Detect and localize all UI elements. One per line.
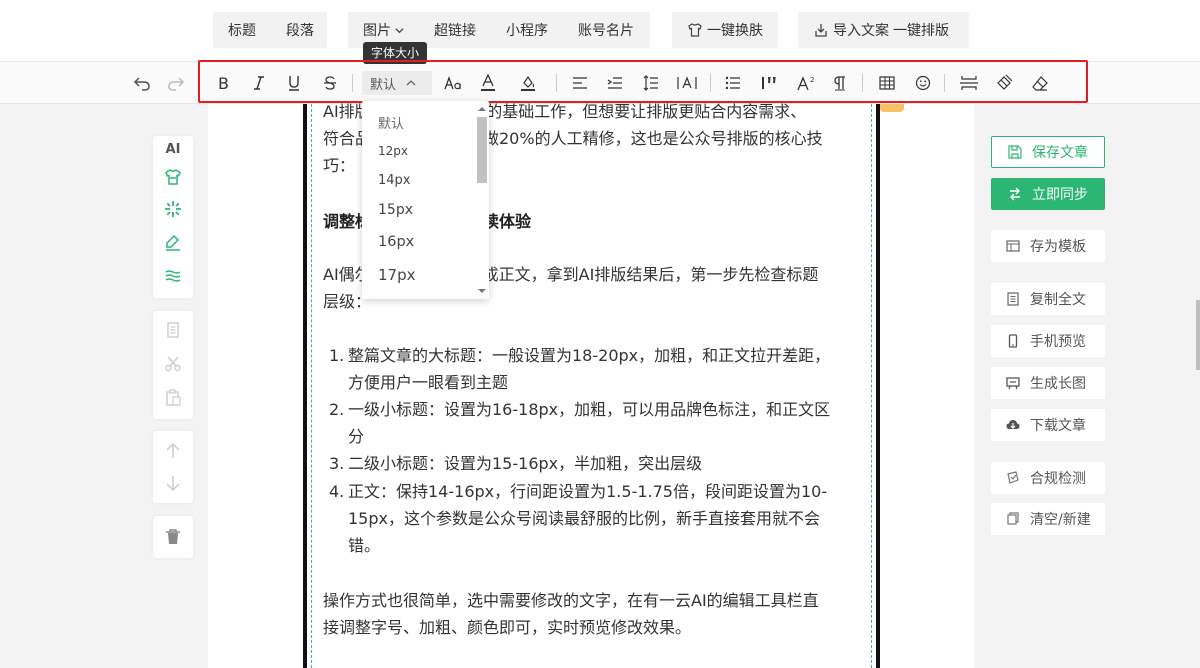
clipboard-panel: [153, 311, 193, 419]
undo-icon[interactable]: [132, 73, 152, 93]
one-click-skin-button[interactable]: 一键换肤: [672, 12, 778, 48]
ai-label: AI: [165, 142, 181, 157]
list-line: 方便用户一眼看到主题: [348, 373, 509, 392]
cut-icon[interactable]: [164, 355, 182, 373]
mobile-preview-button[interactable]: 手机预览: [991, 325, 1105, 357]
clear-new-label: 清空/新建: [1030, 512, 1091, 528]
font-size-option-16[interactable]: 16px: [378, 234, 414, 250]
download-article-label: 下载文章: [1030, 418, 1086, 434]
shirt-icon: [688, 23, 702, 37]
import-article-label: 导入文案: [833, 23, 889, 39]
move-panel: [153, 431, 193, 503]
import-layout-button[interactable]: 导入文案 一键排版: [798, 12, 969, 48]
miniprogram-menu[interactable]: 小程序: [491, 20, 563, 40]
list-line: 正文：保持14-16px，行间距设置为1.5-1.75倍，段间距设置为10-: [348, 482, 828, 501]
dropdown-scrollbar[interactable]: [475, 105, 487, 295]
sync-now-label: 立即同步: [1032, 187, 1088, 203]
operation-line-1: 操作方式也很简单，选中需要修改的文字，在有一云AI的编辑工具栏直: [323, 591, 819, 610]
list-item[interactable]: 4. 正文：保持14-16px，行间距设置为1.5-1.75倍，段间距设置为10…: [323, 478, 863, 559]
sync-now-button[interactable]: 立即同步: [991, 178, 1105, 210]
paragraph-menu[interactable]: 段落: [271, 20, 329, 40]
long-image-button[interactable]: 生成长图: [991, 367, 1105, 399]
save-article-label: 保存文章: [1032, 145, 1088, 161]
list-number: 2.: [329, 400, 345, 419]
ai-magic-icon[interactable]: [164, 200, 182, 218]
text-style-group: 标题 段落: [213, 12, 327, 48]
mobile-preview-label: 手机预览: [1030, 334, 1086, 350]
list-line: 一级小标题：设置为16-18px，加粗，可以用品牌色标注，和正文区: [348, 400, 831, 419]
one-click-layout-label: 一键排版: [893, 23, 949, 39]
compliance-check-button[interactable]: 合规检测: [991, 462, 1105, 494]
list-line: 错。: [348, 536, 381, 555]
font-size-dropdown: 默认 12px 14px 15px 16px 17px: [362, 101, 489, 299]
list-number: 3.: [329, 454, 345, 473]
ai-write-icon[interactable]: [164, 234, 182, 252]
image-menu-label: 图片: [363, 23, 391, 39]
list-line: 二级小标题：设置为15-16px，半加粗，突出层级: [348, 454, 703, 473]
delete-panel: [153, 516, 193, 558]
list-item[interactable]: 2. 一级小标题：设置为16-18px，加粗，可以用品牌色标注，和正文区 分: [323, 396, 863, 450]
compliance-icon: [1007, 471, 1019, 484]
page-scrollbar[interactable]: [1196, 300, 1200, 370]
article-paragraph-operation[interactable]: 操作方式也很简单，选中需要修改的文字，在有一云AI的编辑工具栏直 接调整字号、加…: [323, 587, 863, 641]
list-line: 15px，这个参数是公众号阅读最舒服的比例，新手直接套用就不会: [348, 509, 820, 528]
compliance-check-label: 合规检测: [1030, 471, 1086, 487]
toolbar-highlight-box: [198, 60, 1088, 103]
cloud-download-icon: [1006, 420, 1020, 429]
list-line: 整篇文章的大标题：一般设置为18-20px，加粗，和正文拉开差距，: [348, 346, 831, 365]
list-number: 1.: [329, 346, 345, 365]
sync-icon: [1010, 187, 1020, 201]
long-image-icon: [1006, 377, 1020, 390]
save-article-button[interactable]: 保存文章: [991, 136, 1105, 168]
font-size-option-12[interactable]: 12px: [378, 144, 408, 158]
top-menu-bar: 标题 段落 图片 超链接 小程序 账号名片 一键换肤 导入文案 一键排版: [0, 0, 1200, 62]
list-number: 4.: [329, 482, 345, 501]
copy-all-button[interactable]: 复制全文: [991, 283, 1105, 315]
arrow-up-icon[interactable]: [164, 442, 182, 460]
dropdown-scroll-thumb[interactable]: [477, 117, 487, 183]
font-size-option-default[interactable]: 默认: [378, 113, 404, 132]
save-icon: [1008, 145, 1022, 159]
font-size-option-14[interactable]: 14px: [378, 173, 411, 188]
new-document-icon: [1007, 512, 1019, 525]
account-card-menu[interactable]: 账号名片: [563, 20, 649, 40]
template-icon: [1006, 240, 1020, 252]
font-size-option-15[interactable]: 15px: [378, 202, 413, 218]
import-icon: [815, 24, 827, 37]
list-item[interactable]: 1. 整篇文章的大标题：一般设置为18-20px，加粗，和正文拉开差距， 方便用…: [323, 342, 863, 396]
download-article-button[interactable]: 下载文章: [991, 409, 1105, 441]
phone-icon: [1008, 334, 1018, 348]
save-template-label: 存为模板: [1030, 239, 1086, 255]
clear-new-button[interactable]: 清空/新建: [991, 503, 1105, 535]
operation-line-2: 接调整字号、加粗、颜色即可，实时预览修改效果。: [323, 618, 692, 637]
hyperlink-menu[interactable]: 超链接: [419, 20, 491, 40]
paste-icon[interactable]: [164, 389, 182, 407]
image-menu[interactable]: 图片: [348, 20, 419, 40]
list-line: 分: [348, 427, 365, 446]
copy-icon[interactable]: [164, 321, 182, 339]
one-click-skin-label: 一键换肤: [707, 23, 763, 39]
chevron-down-icon: [395, 27, 404, 33]
scroll-up-arrow-icon[interactable]: [477, 105, 487, 113]
scroll-down-arrow-icon[interactable]: [477, 287, 487, 295]
ai-skin-icon[interactable]: [164, 168, 182, 186]
ai-wave-icon[interactable]: [164, 267, 182, 285]
title-menu[interactable]: 标题: [213, 20, 271, 40]
save-template-button[interactable]: 存为模板: [991, 230, 1105, 262]
arrow-down-icon[interactable]: [164, 474, 182, 492]
copy-all-label: 复制全文: [1030, 292, 1086, 308]
list-item[interactable]: 3. 二级小标题：设置为15-16px，半加粗，突出层级: [323, 450, 863, 477]
ai-tools-panel: AI: [153, 136, 193, 298]
copy-document-icon: [1007, 292, 1019, 306]
font-size-option-17[interactable]: 17px: [378, 266, 416, 284]
redo-icon[interactable]: [166, 73, 186, 93]
orange-marker: [880, 104, 904, 112]
long-image-label: 生成长图: [1030, 376, 1086, 392]
trash-icon[interactable]: [164, 528, 182, 546]
